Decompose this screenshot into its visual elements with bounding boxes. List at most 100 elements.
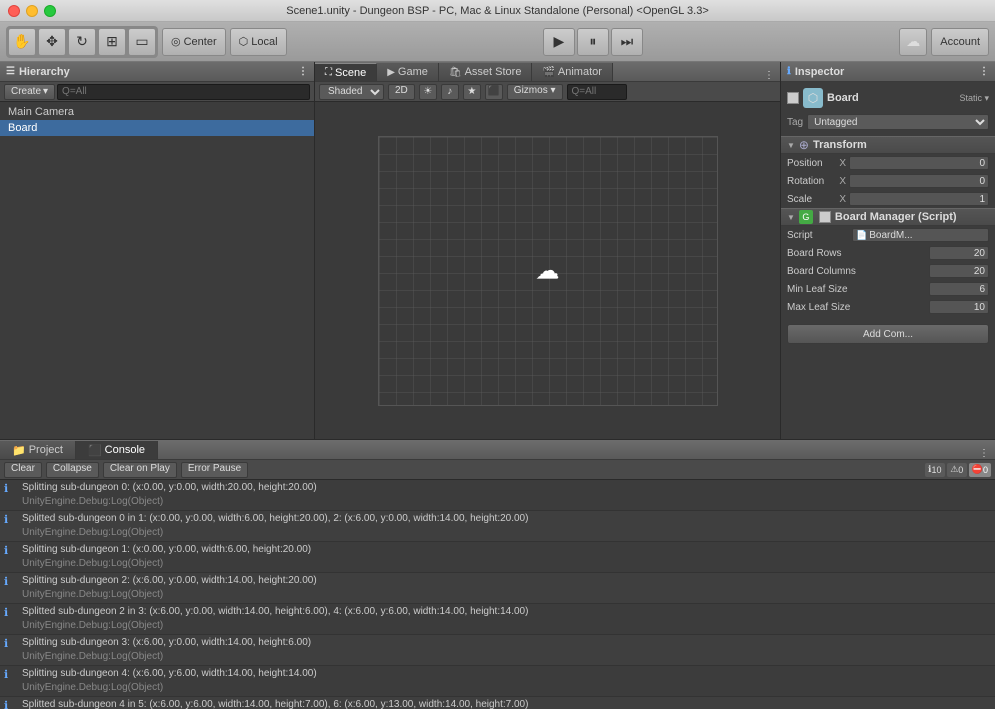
inspector-icon: ℹ — [787, 66, 791, 77]
hierarchy-menu[interactable]: ⋮ — [298, 66, 308, 77]
position-x-input[interactable] — [849, 156, 989, 170]
script-row: Script 📄 BoardM... — [781, 226, 995, 244]
center-button[interactable]: ◎ Center — [162, 28, 226, 56]
scale-x-input[interactable] — [849, 192, 989, 206]
rect-tool[interactable]: ▭ — [128, 28, 156, 56]
bottom-panel: 📁 Project ⬛ Console ⋮ Clear Collapse Cle… — [0, 439, 995, 709]
info-count-badge[interactable]: ℹ 10 — [925, 463, 945, 477]
error-count-badge[interactable]: ⛔ 0 — [969, 463, 991, 477]
hierarchy-search[interactable] — [57, 84, 310, 100]
log-counts: ℹ 10 ⚠ 0 ⛔ 0 — [925, 463, 991, 477]
add-component-button[interactable]: Add Com... — [787, 324, 989, 344]
gizmos-button[interactable]: Gizmos ▾ — [507, 84, 563, 100]
maximize-button[interactable] — [44, 5, 56, 17]
console-info-icon: ℹ — [4, 698, 18, 709]
console-log-item[interactable]: ℹ Splitted sub-dungeon 2 in 3: (x:6.00, … — [0, 604, 995, 635]
window-title: Scene1.unity - Dungeon BSP - PC, Mac & L… — [286, 5, 709, 17]
console-info-icon: ℹ — [4, 636, 18, 650]
move-tool[interactable]: ✥ — [38, 28, 66, 56]
fx-button[interactable]: ★ — [463, 84, 481, 100]
account-button[interactable]: Account — [931, 28, 989, 56]
tag-select[interactable]: Untagged — [807, 114, 989, 130]
center-panel: ⛶ Scene ▶ Game 🛍 Asset Store 🎬 Animator … — [315, 62, 780, 439]
tab-asset-store[interactable]: 🛍 Asset Store — [439, 63, 533, 81]
hierarchy-item-board[interactable]: Board — [0, 120, 314, 136]
hierarchy-panel: ☰ Hierarchy ⋮ Create ▾ Main Camera Board — [0, 62, 315, 439]
console-log-item[interactable]: ℹ Splitting sub-dungeon 4: (x:6.00, y:6.… — [0, 666, 995, 697]
game-tab-icon: ▶ — [387, 67, 395, 78]
static-label[interactable]: Static ▾ — [959, 93, 989, 104]
board-columns-row: Board Columns — [781, 262, 995, 280]
pause-button[interactable]: ⏸ — [577, 28, 609, 56]
console-log-item[interactable]: ℹ Splitted sub-dungeon 0 in 1: (x:0.00, … — [0, 511, 995, 542]
bottom-tabs-menu[interactable]: ⋮ — [979, 448, 995, 459]
board-manager-active-checkbox[interactable] — [819, 211, 831, 223]
tab-scene[interactable]: ⛶ Scene — [315, 63, 377, 81]
traffic-lights — [8, 5, 56, 17]
max-leaf-input[interactable] — [929, 300, 989, 314]
shading-mode-select[interactable]: Shaded — [319, 84, 384, 100]
hand-tool[interactable]: ✋ — [8, 28, 36, 56]
console-log-item[interactable]: ℹ Splitting sub-dungeon 3: (x:6.00, y:0.… — [0, 635, 995, 666]
minimize-button[interactable] — [26, 5, 38, 17]
tab-project[interactable]: 📁 Project — [0, 441, 76, 459]
console-log-item[interactable]: ℹ Splitting sub-dungeon 1: (x:0.00, y:0.… — [0, 542, 995, 573]
gizmos-dropdown-icon: ▾ — [550, 85, 555, 96]
board-manager-section-header[interactable]: ▼ G Board Manager (Script) — [781, 208, 995, 226]
skybox-button[interactable]: ⬛ — [485, 84, 503, 100]
project-tab-icon: 📁 — [12, 444, 26, 457]
step-button[interactable]: ⏭ — [611, 28, 643, 56]
board-manager-icon: G — [799, 210, 813, 224]
rotation-x-input[interactable] — [849, 174, 989, 188]
clear-on-play-button[interactable]: Clear on Play — [103, 462, 177, 478]
clear-button[interactable]: Clear — [4, 462, 42, 478]
tab-game[interactable]: ▶ Game — [377, 63, 439, 81]
play-controls: ▶ ⏸ ⏭ — [543, 28, 643, 56]
object-name-row: ⬡ Board Static ▾ — [781, 86, 995, 110]
tag-row: Tag Untagged — [781, 112, 995, 132]
tabs-menu[interactable]: ⋮ — [764, 70, 780, 81]
board-manager-arrow-icon: ▼ — [787, 213, 795, 222]
position-row: Position X — [781, 154, 995, 172]
play-button[interactable]: ▶ — [543, 28, 575, 56]
script-value[interactable]: 📄 BoardM... — [852, 228, 989, 242]
local-button[interactable]: ⬡ Local — [230, 28, 287, 56]
hierarchy-item-main-camera[interactable]: Main Camera — [0, 104, 314, 120]
scene-search[interactable] — [567, 84, 627, 100]
tab-animator[interactable]: 🎬 Animator — [532, 63, 612, 81]
dropdown-icon: ▾ — [43, 86, 48, 97]
object-active-checkbox[interactable] — [787, 92, 799, 104]
rotate-tool[interactable]: ↻ — [68, 28, 96, 56]
console-toolbar: Clear Collapse Clear on Play Error Pause… — [0, 460, 995, 480]
inspector-menu[interactable]: ⋮ — [979, 66, 989, 77]
transform-section-header[interactable]: ▼ ⊕ Transform — [781, 136, 995, 154]
console-log-item[interactable]: ℹ Splitting sub-dungeon 2: (x:6.00, y:0.… — [0, 573, 995, 604]
error-icon: ⛔ — [972, 464, 983, 475]
console-log-item[interactable]: ℹ Splitting sub-dungeon 0: (x:0.00, y:0.… — [0, 480, 995, 511]
cloud-button[interactable]: ☁ — [899, 28, 927, 56]
audio-button[interactable]: ♪ — [441, 84, 459, 100]
scene-viewport[interactable]: ☁ — [315, 102, 780, 439]
tab-console[interactable]: ⬛ Console — [76, 441, 158, 459]
create-button[interactable]: Create ▾ — [4, 84, 55, 100]
account-area: ☁ Account — [899, 28, 989, 56]
min-leaf-input[interactable] — [929, 282, 989, 296]
inspector-body: ⬡ Board Static ▾ Tag Untagged ▼ ⊕ Transf… — [781, 82, 995, 439]
collapse-button[interactable]: Collapse — [46, 462, 99, 478]
board-columns-input[interactable] — [929, 264, 989, 278]
lighting-button[interactable]: ☀ — [419, 84, 437, 100]
script-file-icon: 📄 — [856, 230, 867, 241]
console-log-item[interactable]: ℹ Splitted sub-dungeon 4 in 5: (x:6.00, … — [0, 697, 995, 709]
error-pause-button[interactable]: Error Pause — [181, 462, 248, 478]
warn-count-badge[interactable]: ⚠ 0 — [947, 463, 967, 477]
hierarchy-header: ☰ Hierarchy ⋮ — [0, 62, 314, 82]
scale-row: Scale X — [781, 190, 995, 208]
board-rows-input[interactable] — [929, 246, 989, 260]
min-leaf-row: Min Leaf Size — [781, 280, 995, 298]
console-content: ℹ Splitting sub-dungeon 0: (x:0.00, y:0.… — [0, 480, 995, 709]
warn-icon: ⚠ — [950, 464, 958, 475]
local-icon: ⬡ — [239, 35, 249, 48]
close-button[interactable] — [8, 5, 20, 17]
scale-tool[interactable]: ⊞ — [98, 28, 126, 56]
2d-button[interactable]: 2D — [388, 84, 415, 100]
